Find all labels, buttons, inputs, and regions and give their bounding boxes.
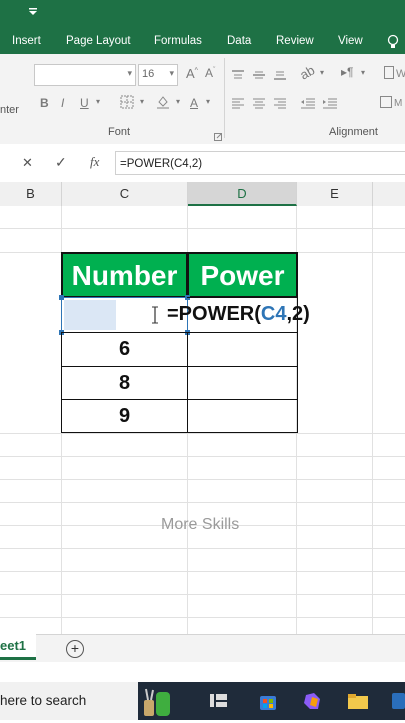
enter-icon[interactable]: ✓ [55,154,67,171]
column-header-d[interactable]: D [188,182,297,206]
insert-function-icon[interactable]: fx [90,154,99,170]
bold-icon[interactable]: B [40,96,49,110]
cell-d4-formula[interactable]: =POWER(C4,2) [167,303,310,326]
borders-icon[interactable] [120,95,134,114]
increase-font-icon[interactable]: A^ [186,66,198,81]
quick-access-dropdown-icon[interactable] [28,7,38,20]
increase-indent-icon[interactable] [322,96,338,114]
cell-power[interactable] [187,366,298,400]
task-view-icon[interactable] [209,692,229,715]
underline-icon[interactable]: U [80,96,89,110]
file-explorer-icon[interactable] [347,691,369,716]
fill-color-icon[interactable] [156,95,170,114]
cancel-icon[interactable]: ✕ [22,155,33,171]
formula-prefix: =POWER( [167,303,261,325]
merge-center-icon[interactable]: M [380,94,405,115]
tab-review[interactable]: Review [276,35,314,47]
paste-group-label: nter [0,104,19,116]
font-size-dropdown[interactable]: 16 ▾ [138,64,178,86]
middle-align-icon[interactable] [252,68,266,86]
lightbulb-icon[interactable] [386,34,400,55]
app-icon[interactable] [391,691,405,716]
column-headers: B C D E [0,182,405,207]
align-left-icon[interactable] [231,96,245,114]
chevron-down-icon[interactable]: ▾ [96,97,100,106]
svg-text:W: W [396,68,405,80]
column-header-b[interactable]: B [0,182,62,206]
tab-formulas[interactable]: Formulas [154,35,202,47]
ribbon-tabs: Insert Page Layout Formulas Data Review … [0,32,405,54]
cell-number[interactable]: 9 [61,399,188,433]
rtl-direction-icon[interactable]: ▸¶ [341,65,353,79]
chevron-down-icon[interactable]: ▾ [206,97,210,106]
wrap-text-icon[interactable]: W [384,66,405,85]
chevron-down-icon: ▾ [169,68,174,78]
formula-cell-reference: C4 [260,303,287,325]
ribbon-separator [224,58,225,138]
font-color-icon[interactable]: A [190,96,198,110]
formula-suffix: ,2) [286,303,310,325]
font-size-value: 16 [142,68,155,80]
table-header-number[interactable]: Number [61,252,188,298]
align-right-icon[interactable] [273,96,287,114]
status-gap [0,662,405,682]
sheet-tab-sheet1[interactable]: eet1 [0,634,36,660]
cell-power[interactable] [187,399,298,433]
golf-bag-widget-icon[interactable] [140,686,180,723]
column-header-c[interactable]: C [62,182,188,206]
table-header-power[interactable]: Power [187,252,298,298]
cell-power[interactable] [187,332,298,367]
orientation-icon[interactable]: ab [297,62,317,82]
column-header-e[interactable]: E [297,182,373,206]
sheet-tabs-bar [0,634,405,663]
tab-view[interactable]: View [338,35,363,47]
tab-page-layout[interactable]: Page Layout [66,35,131,47]
cell-number[interactable]: 6 [61,332,188,367]
add-sheet-icon[interactable]: + [66,640,84,658]
decrease-font-icon[interactable]: Aˇ [205,66,215,80]
chevron-down-icon: ▾ [127,68,132,78]
watermark-text: More Skills [161,516,240,533]
italic-icon[interactable]: I [61,96,64,110]
chevron-down-icon[interactable]: ▾ [361,68,365,77]
svg-text:M: M [394,98,402,109]
chevron-down-icon[interactable]: ▾ [176,97,180,106]
copilot-icon[interactable] [302,691,324,716]
taskbar-search-box[interactable]: here to search [0,682,138,720]
text-cursor-icon [150,306,160,329]
formula-input[interactable]: =POWER(C4,2) [115,151,405,175]
grid-line [372,206,373,634]
align-center-icon[interactable] [252,96,266,114]
alignment-group-label: Alignment [329,126,378,138]
font-name-dropdown[interactable]: ▾ [34,64,136,86]
cell-c4-highlight [64,300,116,330]
store-icon[interactable] [258,691,278,716]
chevron-down-icon[interactable]: ▾ [320,68,324,77]
tab-insert[interactable]: Insert [12,35,41,47]
decrease-indent-icon[interactable] [300,96,316,114]
chevron-down-icon[interactable]: ▾ [140,97,144,106]
cell-number[interactable]: 8 [61,366,188,400]
ribbon: nter ▾ 16 ▾ A^ Aˇ B I U ▾ ▾ ▾ A ▾ Font a… [0,54,405,145]
range-handle[interactable] [59,295,64,300]
top-align-icon[interactable] [231,68,245,86]
tab-data[interactable]: Data [227,35,251,47]
title-bar [0,0,405,32]
bottom-align-icon[interactable] [273,68,287,86]
font-group-label: Font [108,126,131,138]
